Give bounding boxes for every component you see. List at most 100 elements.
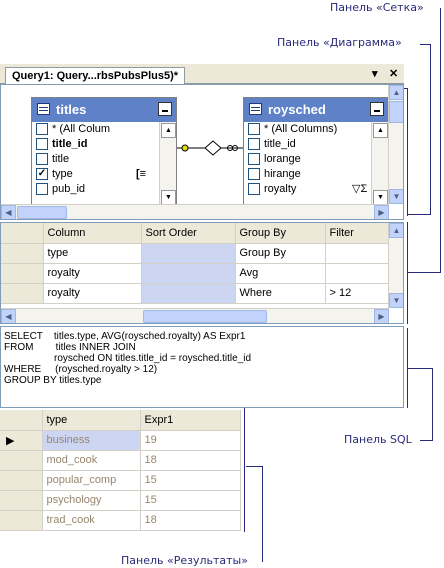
titles-table-box[interactable]: titles * (All Colum title_id title ✓ type… (31, 97, 177, 207)
scroll-right-icon[interactable]: ▶ (374, 205, 389, 219)
grid-cell-group-by[interactable]: Where (235, 283, 326, 304)
grid-row[interactable]: royalty Where > 12 (1, 283, 390, 304)
results-row[interactable]: popular_comp 15 (0, 470, 241, 491)
results-row[interactable]: mod_cook 18 (0, 450, 241, 471)
results-cell-type[interactable]: mod_cook (42, 450, 141, 471)
grid-row[interactable]: type Group By (1, 243, 390, 264)
row-header[interactable] (0, 470, 43, 491)
grid-header-sort-order[interactable]: Sort Order (141, 223, 236, 244)
results-cell-type[interactable]: trad_cook (42, 510, 141, 531)
titles-column-title[interactable]: title (32, 152, 176, 167)
roysched-scrollbar[interactable]: ▲ ▼ (371, 122, 388, 206)
titles-column-pub-id[interactable]: pub_id (32, 182, 176, 197)
results-cell-expr1[interactable]: 15 (140, 470, 241, 491)
results-cell-type[interactable]: business (42, 430, 141, 451)
scroll-up-icon[interactable]: ▲ (161, 123, 176, 138)
scroll-down-icon[interactable]: ▼ (161, 190, 176, 205)
roysched-column-title-id[interactable]: title_id (244, 137, 388, 152)
grid-cell-sort-order[interactable] (141, 243, 236, 264)
checkbox[interactable] (248, 168, 260, 180)
grid-header-group-by[interactable]: Group By (235, 223, 326, 244)
checkbox-checked[interactable]: ✓ (36, 168, 48, 180)
scroll-thumb[interactable] (17, 206, 67, 219)
tab-query1[interactable]: Query1: Query...rbsPubsPlus5)* (5, 67, 186, 85)
results-cell-expr1[interactable]: 15 (140, 490, 241, 511)
table-icon (37, 103, 50, 115)
titles-column-all[interactable]: * (All Colum (32, 122, 176, 137)
roysched-table-header[interactable]: roysched (244, 98, 388, 122)
row-header[interactable] (1, 283, 44, 304)
row-header[interactable] (0, 450, 43, 471)
roysched-column-royalty[interactable]: royalty ▽Σ (244, 182, 388, 197)
row-header[interactable] (0, 510, 43, 531)
scroll-right-icon[interactable]: ▶ (374, 309, 389, 323)
titles-column-type[interactable]: ✓ type [≡ (32, 167, 176, 182)
grid-cell-filter[interactable] (325, 263, 390, 284)
grid-vscrollbar[interactable]: ▲ ▼ (388, 223, 403, 308)
grid-hscrollbar[interactable]: ◀ ▶ (1, 308, 389, 323)
window-position-icon[interactable]: ▾ (372, 67, 378, 80)
checkbox[interactable] (36, 138, 48, 150)
roysched-column-lorange[interactable]: lorange (244, 152, 388, 167)
scroll-thumb[interactable] (143, 310, 267, 323)
scroll-up-icon[interactable]: ▲ (389, 85, 403, 100)
minimize-icon[interactable] (158, 102, 172, 116)
grid-header-filter[interactable]: Filter (325, 223, 390, 244)
checkbox[interactable] (36, 123, 48, 135)
checkbox[interactable] (248, 183, 260, 195)
results-row[interactable]: ▶ business 19 (0, 430, 241, 451)
grid-cell-filter[interactable] (325, 243, 390, 264)
grid-cell-column[interactable]: royalty (43, 263, 142, 284)
scroll-left-icon[interactable]: ◀ (1, 205, 16, 219)
roysched-table-box[interactable]: roysched * (All Columns) title_id lorang… (243, 97, 389, 207)
titles-column-title-id[interactable]: title_id (32, 137, 176, 152)
titles-scrollbar[interactable]: ▲ ▼ (159, 122, 176, 206)
checkbox[interactable] (36, 153, 48, 165)
scroll-left-icon[interactable]: ◀ (1, 309, 16, 323)
grid-row[interactable]: royalty Avg (1, 263, 390, 284)
results-row[interactable]: psychology 15 (0, 490, 241, 511)
grid-cell-filter[interactable]: > 12 (325, 283, 390, 304)
checkbox[interactable] (248, 138, 260, 150)
roysched-column-hirange[interactable]: hirange (244, 167, 388, 182)
grid-pane: Column Sort Order Group By Filter type G… (0, 222, 404, 324)
titles-table-header[interactable]: titles (32, 98, 176, 122)
sql-pane[interactable]: SELECT titles.type, AVG(roysched.royalty… (0, 326, 404, 408)
grid-cell-sort-order[interactable] (141, 263, 236, 284)
row-header[interactable] (0, 490, 43, 511)
minimize-icon[interactable] (370, 102, 384, 116)
row-header[interactable] (1, 263, 44, 284)
results-cell-type[interactable]: psychology (42, 490, 141, 511)
scroll-down-icon[interactable]: ▼ (373, 190, 388, 205)
checkbox[interactable] (248, 153, 260, 165)
results-cell-type[interactable]: popular_comp (42, 470, 141, 491)
grid-cell-group-by[interactable]: Avg (235, 263, 326, 284)
results-cell-expr1[interactable]: 18 (140, 450, 241, 471)
results-header-row: type Expr1 (0, 410, 241, 431)
row-header[interactable] (1, 243, 44, 264)
results-cell-expr1[interactable]: 18 (140, 510, 241, 531)
results-header-type[interactable]: type (42, 410, 141, 431)
checkbox[interactable] (36, 183, 48, 195)
sql-line: FROM titles INNER JOIN (4, 342, 136, 353)
checkbox[interactable] (248, 123, 260, 135)
roysched-column-all[interactable]: * (All Columns) (244, 122, 388, 137)
scroll-down-icon[interactable]: ▼ (389, 189, 403, 204)
scroll-up-icon[interactable]: ▲ (373, 123, 388, 138)
results-row[interactable]: trad_cook 18 (0, 510, 241, 531)
grid-header-column[interactable]: Column (43, 223, 142, 244)
diagram-vscrollbar[interactable]: ▲ ▼ (388, 85, 403, 204)
grid-cell-column[interactable]: royalty (43, 283, 142, 304)
join-line[interactable] (177, 135, 245, 161)
current-row-indicator[interactable]: ▶ (0, 430, 43, 451)
grid-cell-group-by[interactable]: Group By (235, 243, 326, 264)
diagram-hscrollbar[interactable]: ◀ ▶ (1, 204, 389, 219)
grid-cell-column[interactable]: type (43, 243, 142, 264)
results-header-expr1[interactable]: Expr1 (140, 410, 241, 431)
scroll-down-icon[interactable]: ▼ (389, 293, 403, 308)
scroll-up-icon[interactable]: ▲ (389, 223, 403, 238)
grid-cell-sort-order[interactable] (141, 283, 236, 304)
close-icon[interactable]: ✕ (389, 67, 398, 80)
scroll-thumb[interactable] (389, 101, 403, 123)
results-cell-expr1[interactable]: 19 (140, 430, 241, 451)
